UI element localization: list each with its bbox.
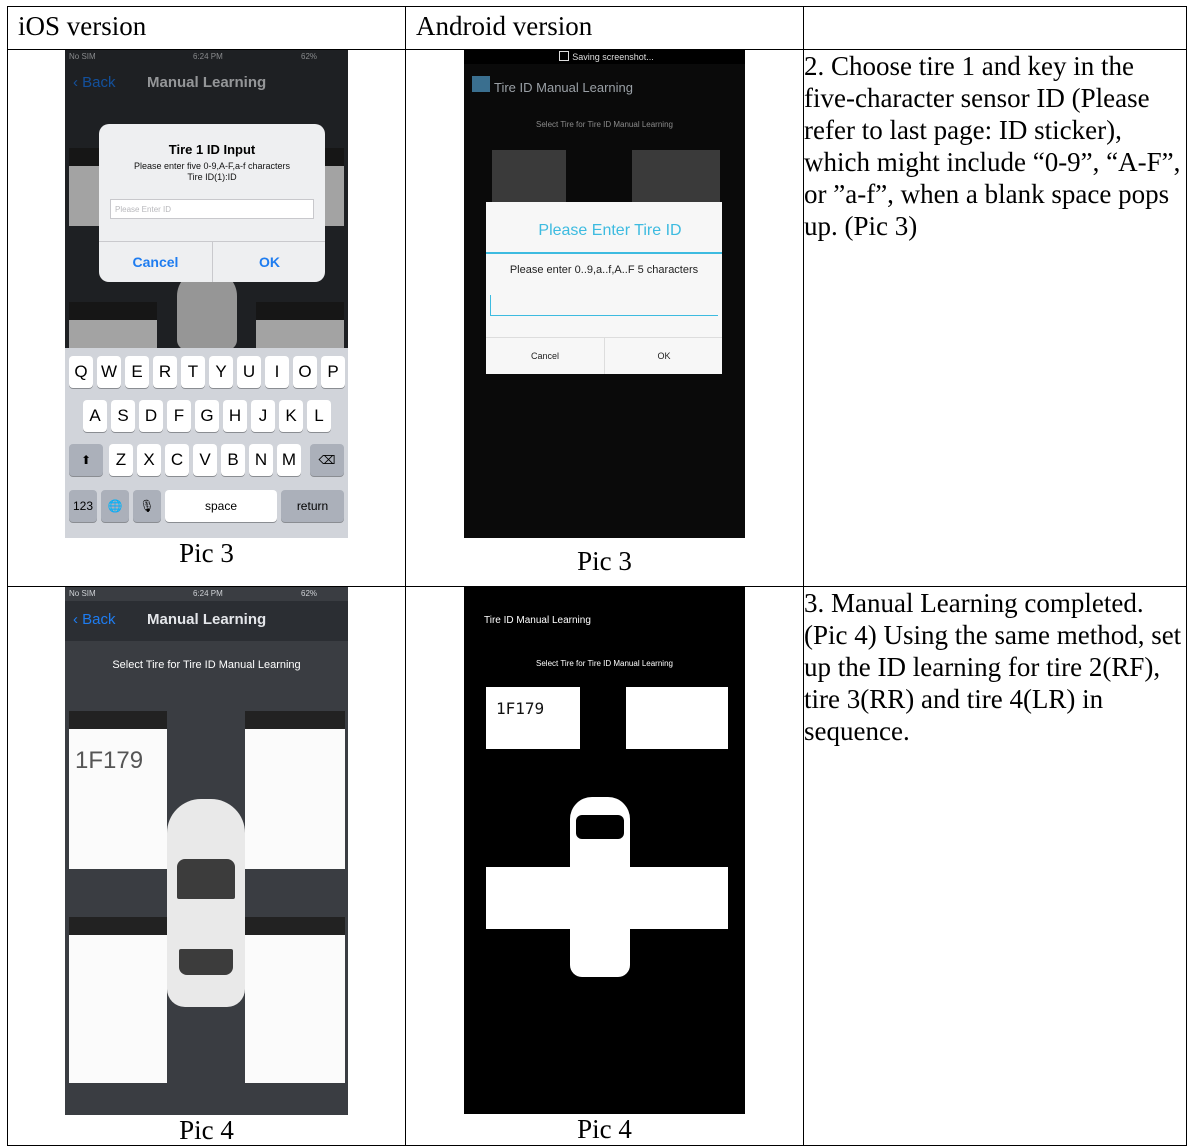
- android-pic4-cell: Tire ID Manual Learning Select Tire for …: [405, 586, 804, 1146]
- key-h[interactable]: H: [223, 400, 247, 432]
- android-subtitle: Select Tire for Tire ID Manual Learning: [536, 120, 673, 129]
- android-pic3-cell: Saving screenshot... Tire ID Manual Lear…: [405, 49, 804, 587]
- dialog-message: Please enter five 0-9,A-F,a-f characters…: [133, 161, 291, 182]
- ios-screenshot-pic4: No SIM 6:24 PM 62% ‹ Back Manual Learnin…: [65, 587, 348, 1115]
- header-row: iOS version Android version: [7, 6, 1187, 50]
- key-e[interactable]: E: [125, 356, 149, 388]
- key-j[interactable]: J: [251, 400, 275, 432]
- dialog-buttons: Cancel OK: [99, 241, 325, 282]
- key-f[interactable]: F: [167, 400, 191, 432]
- caption-android-pic4: Pic 4: [577, 1114, 632, 1144]
- dialog-buttons: Cancel OK: [486, 337, 722, 374]
- android-screenshot-pic4: Tire ID Manual Learning Select Tire for …: [464, 587, 745, 1114]
- ok-button[interactable]: OK: [212, 242, 326, 282]
- caption-android-pic3: Pic 3: [577, 546, 632, 576]
- ios-pic3-cell: No SIM 6:24 PM 62% ‹ Back Manual Learnin…: [7, 49, 406, 587]
- numbers-key[interactable]: 123: [69, 490, 97, 522]
- android-status-bar: Saving screenshot...: [464, 50, 745, 64]
- return-key[interactable]: return: [281, 490, 344, 522]
- tire-box-rf[interactable]: [626, 687, 728, 749]
- app-icon: [472, 76, 490, 92]
- tire-tile-lr[interactable]: [69, 917, 167, 1083]
- step2-description: 2. Choose tire 1 and key in the five-cha…: [803, 49, 1187, 587]
- key-d[interactable]: D: [139, 400, 163, 432]
- keyboard-row-4: 123 🌐 🎙 space return: [65, 490, 348, 524]
- android-subtitle: Select Tire for Tire ID Manual Learning: [536, 659, 673, 668]
- key-u[interactable]: U: [237, 356, 261, 388]
- nav-title: Manual Learning: [147, 611, 267, 628]
- backspace-key[interactable]: ⌫: [310, 444, 344, 476]
- android-app-title: Tire ID Manual Learning: [494, 80, 633, 95]
- android-app-title: Tire ID Manual Learning: [484, 615, 591, 626]
- shift-icon: ⬆: [80, 453, 92, 467]
- key-a[interactable]: A: [83, 400, 107, 432]
- globe-icon: 🌐: [107, 499, 123, 513]
- android-screenshot-pic3: Saving screenshot... Tire ID Manual Lear…: [464, 50, 745, 538]
- key-c[interactable]: C: [165, 444, 189, 476]
- key-g[interactable]: G: [195, 400, 219, 432]
- key-q[interactable]: Q: [69, 356, 93, 388]
- chevron-left-icon: ‹: [73, 611, 83, 628]
- key-t[interactable]: T: [181, 356, 205, 388]
- key-w[interactable]: W: [97, 356, 121, 388]
- header-ios: iOS version: [7, 6, 406, 50]
- ios-status-bar: No SIM 6:24 PM 62%: [69, 589, 318, 598]
- tire-id-input[interactable]: Please Enter ID: [110, 199, 314, 219]
- cancel-button[interactable]: Cancel: [486, 338, 604, 374]
- key-i[interactable]: I: [265, 356, 289, 388]
- tire-lf-id: 1F179: [496, 699, 545, 718]
- dictation-key[interactable]: 🎙: [133, 490, 161, 522]
- car-top-view: [167, 799, 245, 1007]
- header-android: Android version: [405, 6, 804, 50]
- key-s[interactable]: S: [111, 400, 135, 432]
- globe-key[interactable]: 🌐: [101, 490, 129, 522]
- ios-pic4-cell: No SIM 6:24 PM 62% ‹ Back Manual Learnin…: [7, 586, 406, 1146]
- cancel-button[interactable]: Cancel: [99, 242, 212, 282]
- ok-button[interactable]: OK: [604, 338, 723, 374]
- shift-key[interactable]: ⬆: [69, 444, 103, 476]
- key-p[interactable]: P: [321, 356, 345, 388]
- step3-description: 3. Manual Learning completed. (Pic 4) Us…: [803, 586, 1187, 1146]
- keyboard-row-2: ASDFGHJKL: [65, 400, 348, 434]
- back-button[interactable]: ‹ Back: [73, 611, 116, 628]
- key-y[interactable]: Y: [209, 356, 233, 388]
- car-top-view: [570, 797, 630, 977]
- key-k[interactable]: K: [279, 400, 303, 432]
- instruction-table: iOS version Android version No SIM 6:24 …: [7, 6, 1187, 1146]
- dialog-message: Please enter 0..9,a..f,A..F 5 characters: [509, 264, 699, 276]
- key-n[interactable]: N: [249, 444, 273, 476]
- tire-lf-id: 1F179: [75, 747, 144, 774]
- enter-tire-id-dialog: Please Enter Tire ID Please enter 0..9,a…: [486, 202, 722, 374]
- key-v[interactable]: V: [193, 444, 217, 476]
- dialog-title: Please Enter Tire ID: [486, 202, 722, 254]
- tire-tile-rr[interactable]: [245, 917, 345, 1083]
- key-r[interactable]: R: [153, 356, 177, 388]
- tire-box-lf[interactable]: 1F179: [486, 687, 580, 749]
- backspace-icon: ⌫: [318, 453, 336, 467]
- tire-id-input-dialog: Tire 1 ID Input Please enter five 0-9,A-…: [99, 124, 325, 282]
- screenshot-icon: [559, 51, 570, 61]
- tire-id-input[interactable]: [490, 295, 718, 316]
- key-x[interactable]: X: [137, 444, 161, 476]
- caption-ios-pic3: Pic 3: [179, 538, 234, 568]
- keyboard-row-3: ⬆ ⌫ ZXCVBNM: [65, 444, 348, 478]
- space-key[interactable]: space: [165, 490, 277, 522]
- microphone-icon: 🎙: [139, 499, 155, 513]
- ios-keyboard: QWERTYUIOP ASDFGHJKL ⬆ ⌫ ZXCVBNM 123 🌐 🎙…: [65, 348, 348, 538]
- step3-row: No SIM 6:24 PM 62% ‹ Back Manual Learnin…: [7, 586, 1187, 1146]
- keyboard-row-1: QWERTYUIOP: [65, 356, 348, 390]
- header-empty: [803, 6, 1187, 50]
- key-o[interactable]: O: [293, 356, 317, 388]
- ios-nav-bar: ‹ Back Manual Learning: [65, 601, 348, 641]
- dialog-title: Tire 1 ID Input: [168, 142, 256, 157]
- key-m[interactable]: M: [277, 444, 301, 476]
- ios-screenshot-pic3: No SIM 6:24 PM 62% ‹ Back Manual Learnin…: [65, 50, 348, 538]
- key-l[interactable]: L: [307, 400, 331, 432]
- ios-subtitle: Select Tire for Tire ID Manual Learning: [112, 659, 301, 671]
- tire-tile-lf[interactable]: 1F179: [69, 711, 167, 869]
- tire-tile-rf[interactable]: [245, 711, 345, 869]
- key-b[interactable]: B: [221, 444, 245, 476]
- key-z[interactable]: Z: [109, 444, 133, 476]
- step2-row: No SIM 6:24 PM 62% ‹ Back Manual Learnin…: [7, 49, 1187, 587]
